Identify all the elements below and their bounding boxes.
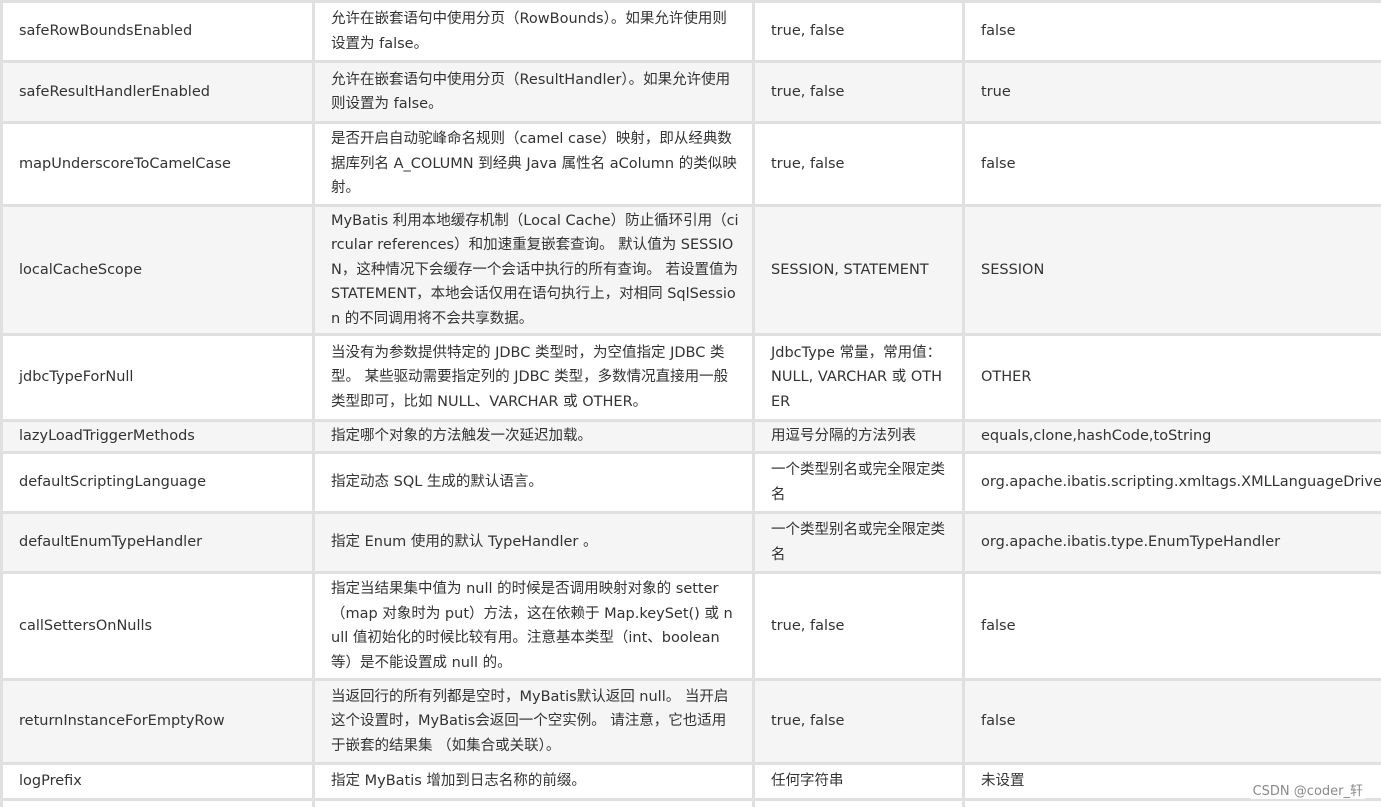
setting-valid-values-cell: 任何字符串 (752, 762, 965, 801)
settings-table-body: safeRowBoundsEnabled 允许在嵌套语句中使用分页（RowBoun… (0, 0, 1381, 807)
setting-name-cell: safeResultHandlerEnabled (0, 60, 315, 124)
setting-valid-values-cell: JdbcType 常量，常用值：NULL, VARCHAR 或 OTHER (752, 333, 965, 422)
empty-cell (0, 798, 315, 807)
setting-description-cell: 当返回行的所有列都是空时，MyBatis默认返回 null。 当开启这个设置时，… (312, 678, 755, 765)
setting-valid-values-cell: true, false (752, 60, 965, 124)
setting-valid-values-cell: SESSION, STATEMENT (752, 204, 965, 336)
setting-description-cell: MyBatis 利用本地缓存机制（Local Cache）防止循环引用（circ… (312, 204, 755, 336)
setting-description-cell: 当没有为参数提供特定的 JDBC 类型时，为空值指定 JDBC 类型。 某些驱动… (312, 333, 755, 422)
setting-name-cell: logPrefix (0, 762, 315, 801)
setting-description-cell: 允许在嵌套语句中使用分页（RowBounds）。如果允许使用则设置为 false… (312, 0, 755, 63)
setting-name-cell: defaultScriptingLanguage (0, 451, 315, 514)
table-row-partial (0, 798, 1381, 807)
setting-default-cell: false (962, 0, 1381, 63)
table-row: safeRowBoundsEnabled 允许在嵌套语句中使用分页（RowBoun… (0, 0, 1381, 63)
setting-name-cell: callSettersOnNulls (0, 571, 315, 681)
setting-valid-values-cell: true, false (752, 0, 965, 63)
setting-valid-values-cell: true, false (752, 121, 965, 207)
setting-default-cell: equals,clone,hashCode,toString (962, 419, 1381, 454)
setting-default-cell: true (962, 60, 1381, 124)
table-row: logPrefix 指定 MyBatis 增加到日志名称的前缀。 任何字符串 未设置 (0, 762, 1381, 801)
table-row: lazyLoadTriggerMethods 指定哪个对象的方法触发一次延迟加载。… (0, 419, 1381, 454)
table-row: safeResultHandlerEnabled 允许在嵌套语句中使用分页（Res… (0, 60, 1381, 124)
setting-name-cell: safeRowBoundsEnabled (0, 0, 315, 63)
setting-name-cell: lazyLoadTriggerMethods (0, 419, 315, 454)
setting-valid-values-cell: true, false (752, 678, 965, 765)
setting-valid-values-cell: 一个类型别名或完全限定类名 (752, 511, 965, 574)
setting-name-cell: returnInstanceForEmptyRow (0, 678, 315, 765)
empty-cell (752, 798, 965, 807)
table-row: returnInstanceForEmptyRow 当返回行的所有列都是空时，My… (0, 678, 1381, 765)
setting-name-cell: jdbcTypeForNull (0, 333, 315, 422)
setting-description-cell: 指定 MyBatis 增加到日志名称的前缀。 (312, 762, 755, 801)
setting-default-cell: false (962, 571, 1381, 681)
setting-name-cell: defaultEnumTypeHandler (0, 511, 315, 574)
table-row: mapUnderscoreToCamelCase 是否开启自动驼峰命名规则（cam… (0, 121, 1381, 207)
setting-default-cell: false (962, 121, 1381, 207)
empty-cell (962, 798, 1381, 807)
table-row: defaultEnumTypeHandler 指定 Enum 使用的默认 Type… (0, 511, 1381, 574)
setting-description-cell: 允许在嵌套语句中使用分页（ResultHandler）。如果允许使用则设置为 f… (312, 60, 755, 124)
setting-default-cell: false (962, 678, 1381, 765)
setting-default-cell: org.apache.ibatis.type.EnumTypeHandler (962, 511, 1381, 574)
setting-description-cell: 是否开启自动驼峰命名规则（camel case）映射，即从经典数据库列名 A_C… (312, 121, 755, 207)
csdn-watermark: CSDN @coder_轩 (1250, 780, 1365, 799)
setting-default-cell: org.apache.ibatis.scripting.xmltags.XMLL… (962, 451, 1381, 514)
setting-description-cell: 指定哪个对象的方法触发一次延迟加载。 (312, 419, 755, 454)
setting-valid-values-cell: 用逗号分隔的方法列表 (752, 419, 965, 454)
setting-valid-values-cell: true, false (752, 571, 965, 681)
table-row: localCacheScope MyBatis 利用本地缓存机制（Local Ca… (0, 204, 1381, 336)
setting-default-cell: OTHER (962, 333, 1381, 422)
setting-description-cell: 指定 Enum 使用的默认 TypeHandler 。 (312, 511, 755, 574)
setting-name-cell: localCacheScope (0, 204, 315, 336)
setting-description-cell: 指定当结果集中值为 null 的时候是否调用映射对象的 setter（map 对… (312, 571, 755, 681)
table-row: defaultScriptingLanguage 指定动态 SQL 生成的默认语言… (0, 451, 1381, 514)
settings-table-viewport: safeRowBoundsEnabled 允许在嵌套语句中使用分页（RowBoun… (0, 0, 1381, 807)
table-row: callSettersOnNulls 指定当结果集中值为 null 的时候是否调用… (0, 571, 1381, 681)
setting-description-cell: 指定动态 SQL 生成的默认语言。 (312, 451, 755, 514)
setting-default-cell: SESSION (962, 204, 1381, 336)
table-row: jdbcTypeForNull 当没有为参数提供特定的 JDBC 类型时，为空值指… (0, 333, 1381, 422)
mybatis-settings-table: safeRowBoundsEnabled 允许在嵌套语句中使用分页（RowBoun… (0, 0, 1381, 807)
empty-cell (312, 798, 755, 807)
setting-valid-values-cell: 一个类型别名或完全限定类名 (752, 451, 965, 514)
setting-name-cell: mapUnderscoreToCamelCase (0, 121, 315, 207)
